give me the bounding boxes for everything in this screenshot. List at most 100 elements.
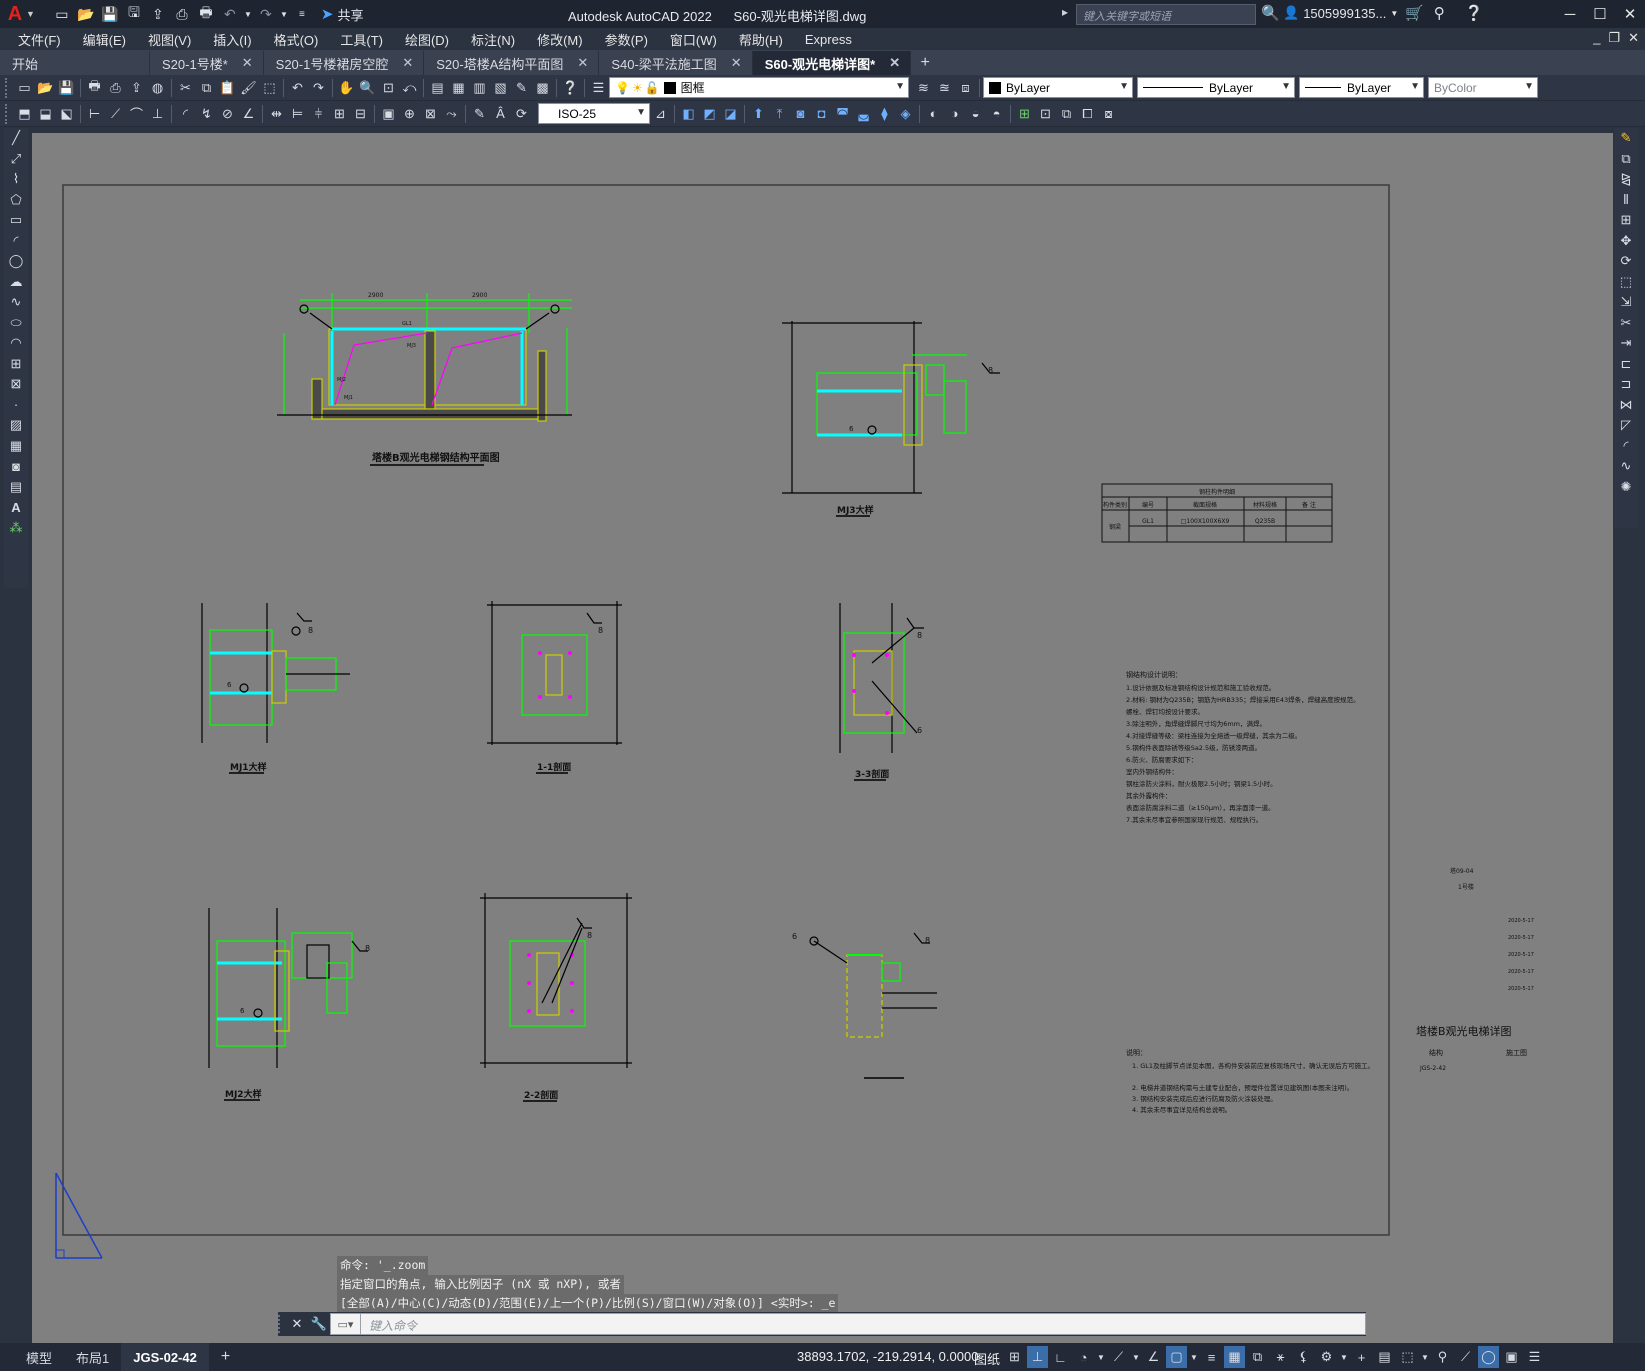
isodraft-icon[interactable]: ⟋ bbox=[1108, 1346, 1129, 1368]
join-icon[interactable]: ⋈ bbox=[1616, 395, 1636, 416]
camera-icon[interactable]: ⧇ bbox=[1098, 103, 1119, 124]
close-command-line-icon[interactable]: ✕ bbox=[286, 1316, 308, 1332]
intersect-icon[interactable]: ◚ bbox=[832, 103, 853, 124]
interfere-icon[interactable]: ◈ bbox=[895, 103, 916, 124]
customize-icon[interactable]: 🔧 bbox=[308, 1316, 330, 1332]
recent-commands-icon[interactable]: ▭▾ bbox=[330, 1313, 360, 1335]
ucs-icon[interactable]: ⊞ bbox=[1014, 103, 1035, 124]
help-icon[interactable]: ❔ bbox=[1465, 4, 1484, 22]
blend-curves-icon[interactable]: ∿ bbox=[1616, 456, 1636, 477]
tolerance-icon[interactable]: ▣ bbox=[378, 103, 399, 124]
markup-icon[interactable]: ✎ bbox=[511, 77, 532, 98]
add-layout-icon[interactable]: + bbox=[209, 1343, 242, 1371]
center-mark-icon[interactable]: ⊕ bbox=[399, 103, 420, 124]
file-tab[interactable]: S20-1号楼* ✕ bbox=[150, 51, 264, 75]
union-icon[interactable]: ◙ bbox=[790, 103, 811, 124]
properties-icon[interactable]: ▤ bbox=[427, 77, 448, 98]
slice-icon[interactable]: ◛ bbox=[853, 103, 874, 124]
shade-icon[interactable]: ◐ bbox=[923, 103, 944, 124]
graphics-performance-icon[interactable]: ⟋ bbox=[1455, 1346, 1476, 1368]
customize-status-icon[interactable]: ☰ bbox=[1524, 1346, 1545, 1368]
redo-tool-icon[interactable]: ↷ bbox=[308, 77, 329, 98]
share-button[interactable]: ➤ 共享 bbox=[321, 5, 364, 24]
iso-dropdown-icon[interactable]: ▼ bbox=[1131, 1346, 1141, 1368]
layout-tab-layout1[interactable]: 布局1 bbox=[64, 1343, 121, 1371]
menu-item[interactable]: 文件(F) bbox=[0, 30, 72, 49]
layer-iso-icon[interactable]: ⬓ bbox=[35, 103, 56, 124]
units-icon[interactable]: ▤ bbox=[1374, 1346, 1395, 1368]
add-selected-icon[interactable]: ⁂ bbox=[6, 518, 26, 539]
annotation-visibility-icon[interactable]: ⚹ bbox=[1270, 1346, 1291, 1368]
undo-dropdown-icon[interactable]: ▼ bbox=[243, 3, 253, 25]
search-input[interactable]: 键入关键字或短语 bbox=[1076, 4, 1256, 25]
open-file-icon[interactable]: 📂 bbox=[35, 77, 56, 98]
isolate-objects-icon[interactable]: ⚲ bbox=[1432, 1346, 1453, 1368]
close-icon[interactable]: ✕ bbox=[1615, 0, 1645, 28]
toolbar-grip[interactable] bbox=[5, 77, 11, 98]
stretch-icon[interactable]: ⇲ bbox=[1616, 292, 1636, 313]
search-expand-icon[interactable]: ▸ bbox=[1062, 5, 1068, 19]
annotation-scale-icon[interactable]: ⚸ bbox=[1293, 1346, 1314, 1368]
save-icon[interactable]: 💾 bbox=[99, 3, 121, 25]
solid-box-icon[interactable]: ◧ bbox=[678, 103, 699, 124]
tab-close-icon[interactable]: ✕ bbox=[889, 55, 900, 71]
move-icon[interactable]: ✥ bbox=[1616, 231, 1636, 252]
object-snap-tracking-icon[interactable]: ∠ bbox=[1143, 1346, 1164, 1368]
copy-icon[interactable]: ⧉ bbox=[196, 77, 217, 98]
section-icon[interactable]: ⧫ bbox=[874, 103, 895, 124]
layer-previous-icon[interactable]: ≊ bbox=[934, 77, 955, 98]
ellipse-icon[interactable]: ⬭ bbox=[6, 313, 26, 334]
subtract-icon[interactable]: ◘ bbox=[811, 103, 832, 124]
open-icon[interactable]: 📂 bbox=[75, 3, 97, 25]
menu-item[interactable]: 工具(T) bbox=[329, 30, 394, 49]
explode-icon[interactable]: ✺ bbox=[1616, 477, 1636, 498]
new-tab-icon[interactable]: + bbox=[911, 51, 939, 75]
publish-web-icon[interactable]: ⇪ bbox=[126, 77, 147, 98]
menu-item[interactable]: 参数(P) bbox=[594, 30, 659, 49]
quick-properties-icon[interactable]: ⬚ bbox=[1397, 1346, 1418, 1368]
polyline-icon[interactable]: ⌇ bbox=[6, 169, 26, 190]
erase-icon[interactable]: ✎ bbox=[1616, 128, 1636, 149]
scale-icon[interactable]: ⬚ bbox=[1616, 272, 1636, 293]
view-icon[interactable]: ⧉ bbox=[1056, 103, 1077, 124]
ucs-world-icon[interactable]: ⊡ bbox=[1035, 103, 1056, 124]
linetype-dropdown[interactable]: ByLayer ▼ bbox=[1137, 77, 1295, 98]
tab-close-icon[interactable]: ✕ bbox=[577, 55, 588, 71]
render-icon[interactable]: ◑ bbox=[944, 103, 965, 124]
block-editor-icon[interactable]: ⬚ bbox=[259, 77, 280, 98]
menu-item[interactable]: 标注(N) bbox=[460, 30, 526, 49]
file-tab[interactable]: S60-观光电梯详图* ✕ bbox=[752, 51, 912, 75]
polar-icon[interactable]: ◔ bbox=[1073, 1346, 1094, 1368]
minimize-icon[interactable]: ─ bbox=[1555, 0, 1585, 28]
drawing-canvas[interactable]: 2900 2900 GL1 MJ3 MJ2 MJ1 塔楼B观光电梯钢结构平面图 bbox=[32, 133, 1613, 1343]
maximize-icon[interactable]: ☐ bbox=[1585, 0, 1615, 28]
array-icon[interactable]: ⊞ bbox=[1616, 210, 1636, 231]
save-as-icon[interactable]: 🖫 bbox=[123, 3, 145, 25]
transparency-icon[interactable]: ▦ bbox=[1224, 1346, 1245, 1368]
toolbar-grip[interactable] bbox=[5, 103, 11, 124]
dim-update-icon[interactable]: ⟳ bbox=[511, 103, 532, 124]
publish-icon[interactable]: ⎙ bbox=[171, 3, 193, 25]
workspace-icon[interactable]: ⬒ bbox=[14, 103, 35, 124]
arc-icon[interactable]: ◜ bbox=[6, 231, 26, 252]
offset-icon[interactable]: ⫴ bbox=[1616, 190, 1636, 211]
polar-dropdown-icon[interactable]: ▼ bbox=[1096, 1346, 1106, 1368]
dim-style-icon[interactable]: ⊿ bbox=[650, 103, 671, 124]
trim-icon[interactable]: ✂ bbox=[1616, 313, 1636, 334]
dim-linear-icon[interactable]: ⊢ bbox=[84, 103, 105, 124]
undo-icon[interactable]: ↶ bbox=[219, 3, 241, 25]
qnew-icon[interactable]: ▭ bbox=[14, 77, 35, 98]
make-current-layer-icon[interactable]: ≋ bbox=[913, 77, 934, 98]
coordinate-readout[interactable]: 38893.1702, -219.2914, 0.0000 bbox=[797, 1349, 978, 1364]
solid-cone-icon[interactable]: ◪ bbox=[720, 103, 741, 124]
lights-icon[interactable]: ◓ bbox=[986, 103, 1007, 124]
named-views-icon[interactable]: ⧠ bbox=[1077, 103, 1098, 124]
hatch-icon[interactable]: ▨ bbox=[6, 415, 26, 436]
save-file-icon[interactable]: 💾 bbox=[56, 77, 77, 98]
extrude-icon[interactable]: ⬆ bbox=[748, 103, 769, 124]
gradient-icon[interactable]: ▦ bbox=[6, 436, 26, 457]
color-dropdown[interactable]: ByLayer ▼ bbox=[983, 77, 1133, 98]
layer-state-icon[interactable]: ⧈ bbox=[955, 77, 976, 98]
dim-edit-icon[interactable]: ✎ bbox=[469, 103, 490, 124]
autodesk-app-icon[interactable]: ⚲ bbox=[1434, 4, 1445, 22]
